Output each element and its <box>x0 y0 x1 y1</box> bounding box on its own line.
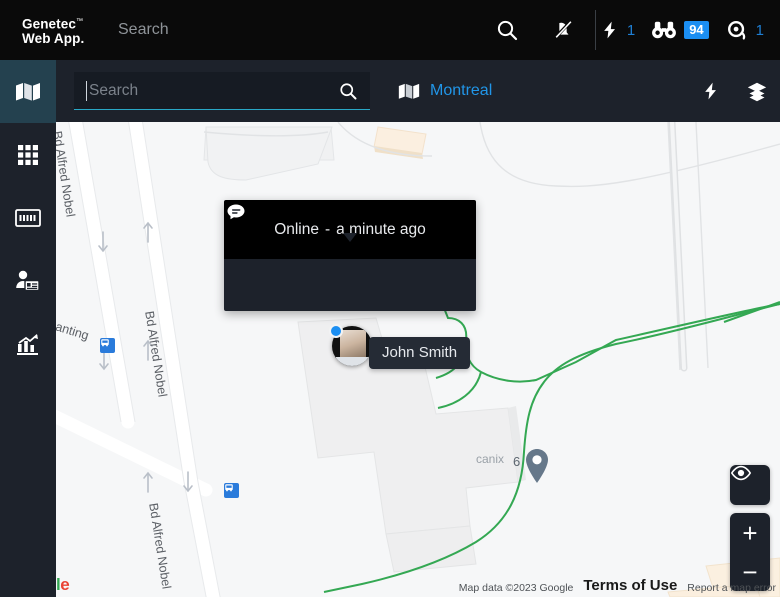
sidebar-item-reports[interactable] <box>0 312 56 375</box>
map-attribution: Map data ©2023 Google Terms of Use Repor… <box>459 577 780 597</box>
ptz-count: 1 <box>755 21 764 39</box>
trademark-symbol: ™ <box>75 17 84 25</box>
search-icon[interactable] <box>338 81 358 101</box>
bus-stop-icon <box>101 339 109 347</box>
global-search-placeholder: Search <box>118 21 169 38</box>
notifications-mute-button[interactable] <box>535 0 591 60</box>
license-plate-icon <box>15 208 41 227</box>
lightning-bolt-icon <box>705 82 716 100</box>
cardholder-icon <box>16 270 40 291</box>
person-name-tooltip: John Smith <box>369 337 471 369</box>
brand-line-1: Genetec <box>22 16 76 32</box>
map-toolbar: Search Montreal <box>56 60 780 122</box>
chart-report-icon <box>17 333 38 355</box>
app-logo: Genetec™ Web App. <box>0 14 110 47</box>
cluster-count-label: 6 <box>513 454 521 469</box>
camera-ptz-icon <box>727 21 745 40</box>
terms-of-use-link[interactable]: Terms of Use <box>583 577 677 594</box>
events-counter[interactable]: 1 <box>600 19 635 41</box>
bus-stop-icon <box>225 484 233 492</box>
map-canvas[interactable]: Bd Alfred Nobel Banting Bd Alfred Nobel … <box>56 122 780 597</box>
global-search-input[interactable]: Search <box>110 21 479 39</box>
sidebar-item-maps[interactable] <box>0 60 56 123</box>
bus-stop-poi[interactable] <box>224 483 239 498</box>
brand-line-2: Web App. <box>22 31 85 47</box>
breadcrumb-label[interactable]: Montreal <box>430 82 492 100</box>
map-layers-button[interactable] <box>734 60 780 122</box>
report-map-error-link[interactable]: Report a map error <box>687 582 776 594</box>
eye-icon <box>730 465 752 481</box>
grid-icon <box>18 144 38 165</box>
google-logo-e: e <box>60 575 70 594</box>
left-sidebar <box>0 60 56 597</box>
ptz-counter[interactable]: 1 <box>725 19 764 41</box>
avatar-shirt <box>336 357 370 366</box>
popup-status: Online <box>274 220 319 238</box>
map-icon <box>398 83 420 99</box>
lightning-bolt-icon <box>604 21 615 39</box>
map-toolbar-actions <box>688 60 780 122</box>
global-search-button[interactable] <box>479 0 535 60</box>
popup-actions <box>224 204 476 311</box>
binoculars-icon <box>652 21 677 39</box>
poi-label: canix <box>476 452 505 466</box>
top-bar: Genetec™ Web App. Search 1 94 1 <box>0 0 780 60</box>
map-pin-icon <box>526 449 548 483</box>
map-search-input[interactable]: Search <box>74 72 370 110</box>
sidebar-item-tiles[interactable] <box>0 123 56 186</box>
popup-separator: - <box>325 220 331 238</box>
breadcrumb[interactable]: Montreal <box>398 82 492 101</box>
bus-stop-poi[interactable] <box>100 338 115 353</box>
map-data-credit: Map data ©2023 Google <box>458 582 574 594</box>
chat-bubble-icon[interactable] <box>224 200 248 224</box>
online-status-dot <box>329 324 343 338</box>
sidebar-item-cardholders[interactable] <box>0 249 56 312</box>
google-logo: le <box>56 575 70 595</box>
sidebar-item-alpr[interactable] <box>0 186 56 249</box>
zoom-in-button[interactable]: + <box>730 513 770 552</box>
layers-icon <box>747 82 767 102</box>
monitoring-counter[interactable]: 94 <box>651 19 709 41</box>
person-marker[interactable] <box>329 324 372 366</box>
text-cursor <box>86 80 87 101</box>
visibility-toggle-button[interactable] <box>730 465 770 505</box>
map-icon <box>16 82 40 101</box>
entity-popup: Online - a minute ago <box>224 200 476 311</box>
search-icon <box>497 20 517 41</box>
events-count: 1 <box>626 21 636 39</box>
map-search-placeholder: Search <box>89 81 139 99</box>
app-root: Genetec™ Web App. Search 1 94 1 Search M… <box>0 0 780 597</box>
map-events-button[interactable] <box>688 60 734 122</box>
monitoring-badge: 94 <box>684 21 709 39</box>
toolbar-divider <box>594 10 596 50</box>
popup-status-row: Online - a minute ago <box>224 200 476 259</box>
popup-pointer <box>343 233 357 242</box>
notifications-muted-icon <box>554 20 572 39</box>
